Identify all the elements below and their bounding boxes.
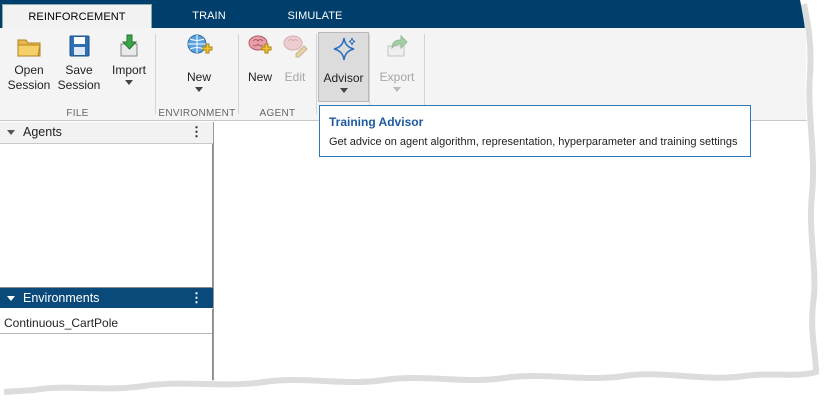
more-options-icon[interactable]: ⋮ (190, 124, 203, 140)
new-agent-button[interactable]: New (244, 32, 276, 85)
list-item[interactable]: Continuous_CartPole (4, 316, 118, 330)
brain-edit-icon (281, 32, 309, 60)
export-dropdown-icon (393, 87, 401, 92)
agents-panel-header[interactable]: Agents ⋮ (0, 122, 213, 144)
environments-panel-header[interactable]: Environments ⋮ (0, 288, 213, 308)
environments-panel-title: Environments (23, 291, 100, 305)
new-agent-label: New (247, 70, 272, 84)
advisor-dropdown-icon (340, 88, 348, 93)
globe-add-icon (185, 32, 213, 60)
group-label-environment: ENVIRONMENT (158, 108, 236, 119)
new-environment-dropdown-icon (195, 87, 203, 92)
import-dropdown-icon (125, 80, 133, 85)
agents-panel-title: Agents (23, 125, 62, 139)
new-environment-button[interactable]: New (176, 32, 222, 92)
collapse-icon[interactable] (7, 130, 15, 135)
edit-agent-button[interactable]: Edit (279, 32, 311, 85)
export-icon (383, 32, 411, 60)
more-options-icon[interactable]: ⋮ (190, 290, 203, 306)
tab-simulate[interactable]: SIMULATE (280, 4, 350, 28)
save-session-button[interactable]: Save Session (56, 32, 102, 93)
folder-icon (15, 32, 43, 60)
agents-list[interactable] (0, 144, 213, 288)
import-button[interactable]: Import (106, 32, 152, 85)
group-label-agent: AGENT (259, 108, 296, 119)
group-separator (369, 34, 370, 114)
advisor-tooltip: Training Advisor Get advice on agent alg… (319, 105, 751, 157)
open-session-button[interactable]: Open Session (6, 32, 52, 93)
panel-splitter[interactable] (213, 122, 214, 404)
group-separator (424, 34, 425, 114)
save-session-label-line2: Session (57, 78, 101, 92)
tab-strip: REINFORCEMENT LEARNING TRAIN SIMULATE (0, 0, 830, 28)
tooltip-description: Get advice on agent algorithm, represent… (329, 136, 738, 148)
edit-agent-label: Edit (284, 70, 306, 84)
sparkle-icon (330, 35, 358, 63)
advisor-label: Advisor (323, 71, 364, 85)
export-agent-button[interactable]: Export (374, 32, 420, 92)
tooltip-title: Training Advisor (329, 115, 424, 129)
brain-add-icon (246, 32, 274, 60)
save-disk-icon (65, 32, 93, 60)
export-agent-label: Export (379, 70, 415, 84)
import-label: Import (111, 63, 146, 77)
advisor-button[interactable]: Advisor (318, 32, 369, 102)
group-separator (238, 34, 239, 114)
import-icon (115, 32, 143, 60)
tab-reinforcement-learning[interactable]: REINFORCEMENT LEARNING (2, 4, 152, 29)
open-session-label-line2: Session (7, 78, 51, 92)
new-environment-label: New (186, 70, 211, 84)
list-divider (0, 333, 212, 334)
group-separator (316, 34, 317, 114)
app-window: REINFORCEMENT LEARNING TRAIN SIMULATE Op… (0, 0, 830, 404)
tab-train[interactable]: TRAIN (178, 4, 240, 28)
collapse-icon[interactable] (7, 296, 15, 301)
open-session-label-line1: Open (14, 63, 44, 77)
save-session-label-line1: Save (65, 63, 93, 77)
group-label-file: FILE (66, 108, 89, 119)
app-content: REINFORCEMENT LEARNING TRAIN SIMULATE Op… (0, 0, 830, 404)
group-separator (155, 34, 156, 114)
